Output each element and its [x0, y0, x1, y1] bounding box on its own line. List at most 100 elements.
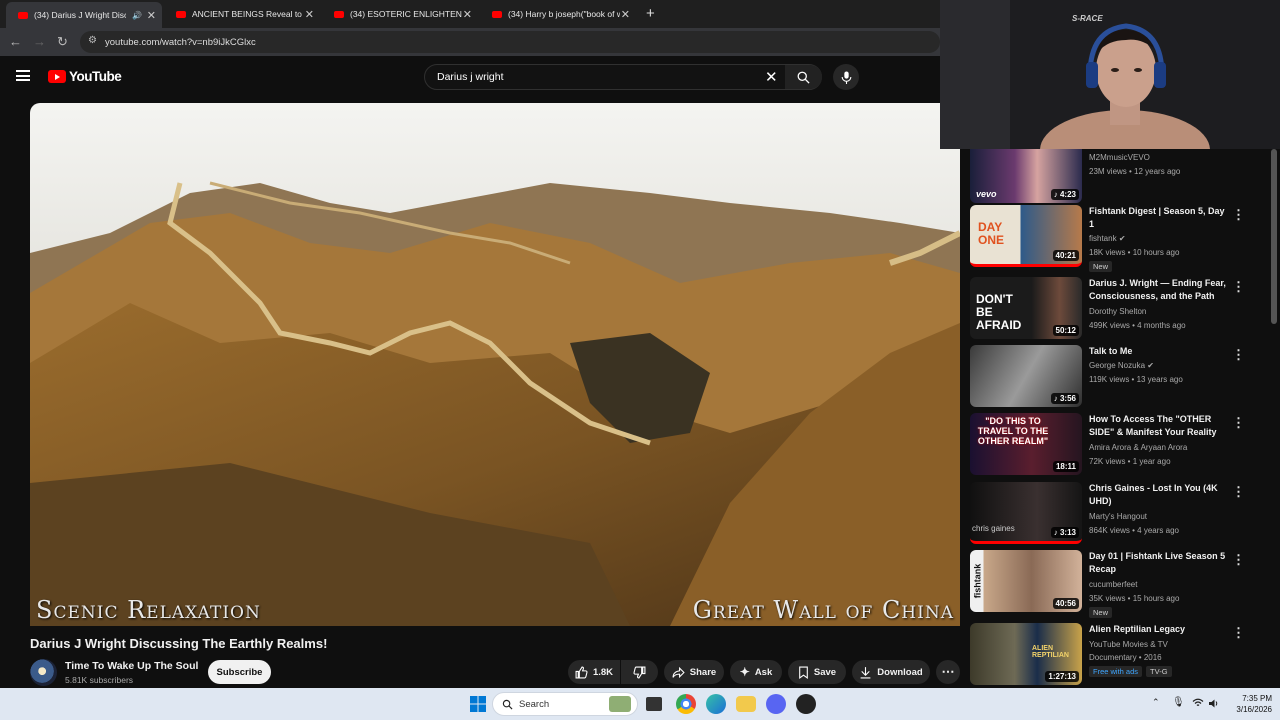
discord-icon[interactable]	[766, 694, 786, 714]
more-vertical-icon[interactable]: ⋮	[1232, 347, 1245, 363]
url-field[interactable]: ⚙ youtube.com/watch?v=nb9iJkCGlxc	[80, 31, 940, 53]
task-view-icon[interactable]	[646, 697, 662, 711]
video-thumbnail[interactable]: DAY ONE 40:21	[970, 205, 1082, 267]
save-button[interactable]: Save	[788, 660, 846, 684]
more-actions-button[interactable]: ⋯	[936, 660, 960, 684]
file-explorer-icon[interactable]	[736, 696, 756, 712]
more-vertical-icon[interactable]: ⋮	[1232, 279, 1245, 295]
list-item[interactable]: chris gaines ♪ 3:13 Chris Gaines - Lost …	[970, 482, 1270, 546]
video-duration: ♪ 4:23	[1050, 189, 1079, 200]
browser-tab-2[interactable]: ANCIENT BEINGS Reveal to Man ✕	[164, 4, 320, 24]
channel-name[interactable]: Time To Wake Up The Soul	[65, 660, 198, 672]
video-thumbnail[interactable]: ALIEN REPTILIAN 1:27:13	[970, 623, 1082, 685]
new-tab-icon[interactable]: +	[646, 5, 655, 22]
thumbnail-text: ALIEN REPTILIAN	[1032, 645, 1069, 659]
more-vertical-icon[interactable]: ⋮	[1232, 484, 1245, 500]
reload-icon[interactable]: ↻	[57, 34, 68, 50]
taskbar-search-input[interactable]: Search	[492, 692, 638, 716]
site-info-icon[interactable]: ⚙	[88, 35, 97, 46]
share-icon	[672, 666, 685, 678]
close-tab-icon[interactable]: ✕	[305, 8, 314, 21]
like-button[interactable]: 1.8K	[568, 660, 620, 684]
more-vertical-icon[interactable]: ⋮	[1232, 207, 1245, 223]
video-title[interactable]: Talk to Me	[1089, 345, 1227, 358]
share-button[interactable]: Share	[664, 660, 724, 684]
video-title[interactable]: Alien Reptilian Legacy	[1089, 623, 1227, 636]
video-title[interactable]: Chris Gaines - Lost In You (4K UHD)	[1089, 482, 1227, 508]
video-channel[interactable]: YouTube Movies & TV	[1089, 640, 1168, 649]
more-vertical-icon[interactable]: ⋮	[1232, 625, 1245, 641]
list-item[interactable]: ALIEN REPTILIAN 1:27:13 Alien Reptilian …	[970, 623, 1270, 687]
video-player[interactable]: Scenic Relaxation Great Wall of China	[30, 103, 960, 626]
close-tab-icon[interactable]: ✕	[463, 8, 472, 21]
clear-search-icon[interactable]: ✕	[765, 68, 778, 86]
subscribe-button[interactable]: Subscribe	[208, 660, 271, 684]
list-item[interactable]: vevo ♪ 4:23 M2MmusicVEVO 23M views • 12 …	[970, 149, 1270, 205]
youtube-logo[interactable]: YouTube	[48, 69, 122, 84]
badges-row: Free with ads TV-G	[1089, 666, 1172, 677]
list-item[interactable]: fishtank 40:56 Day 01 | Fishtank Live Se…	[970, 550, 1270, 618]
back-icon[interactable]: ←	[9, 34, 22, 49]
hamburger-menu-icon[interactable]	[16, 70, 30, 81]
url-text: youtube.com/watch?v=nb9iJkCGlxc	[105, 36, 256, 48]
list-item[interactable]: ♪ 3:56 Talk to Me George Nozuka ✔ 119K v…	[970, 345, 1270, 409]
video-thumbnail[interactable]: fishtank 40:56	[970, 550, 1082, 612]
microphone-icon[interactable]: 🎙	[1172, 697, 1185, 708]
search-box[interactable]: Darius j wright ✕	[424, 64, 822, 90]
browser-tab-3[interactable]: (34) ESOTERIC ENLIGHTENMENT ✕	[322, 4, 478, 24]
browser-tab-4[interactable]: (34) Harry b joseph("book of w ✕	[480, 4, 636, 24]
video-channel[interactable]: Amira Arora & Aryaan Arora	[1089, 443, 1187, 452]
ask-button[interactable]: ✦ Ask	[730, 660, 782, 684]
video-title: Darius J Wright Discussing The Earthly R…	[30, 636, 328, 651]
video-title[interactable]: Darius J. Wright — Ending Fear, Consciou…	[1089, 277, 1227, 303]
video-channel[interactable]: George Nozuka ✔	[1089, 361, 1154, 370]
close-tab-icon[interactable]: ✕	[147, 9, 156, 22]
voice-search-button[interactable]	[833, 64, 859, 90]
video-channel[interactable]: M2MmusicVEVO	[1089, 153, 1150, 162]
youtube-play-icon	[48, 70, 66, 83]
close-tab-icon[interactable]: ✕	[621, 8, 630, 21]
free-badge: Free with ads	[1089, 666, 1143, 677]
list-item[interactable]: "DO THIS TO TRAVEL TO THE OTHER REALM" 1…	[970, 413, 1270, 477]
share-label: Share	[689, 666, 717, 678]
channel-avatar[interactable]	[30, 659, 57, 686]
list-item[interactable]: DAY ONE 40:21 Fishtank Digest | Season 5…	[970, 205, 1270, 272]
video-title[interactable]: Day 01 | Fishtank Live Season 5 Recap	[1089, 550, 1227, 576]
dislike-button[interactable]	[621, 660, 658, 684]
like-count: 1.8K	[592, 666, 614, 678]
video-channel[interactable]: fishtank ✔	[1089, 234, 1126, 243]
windows-start-icon[interactable]	[470, 696, 486, 712]
list-item[interactable]: DON'T BE AFRAID 50:12 Darius J. Wright —…	[970, 277, 1270, 341]
video-title[interactable]: How To Access The "OTHER SIDE" & Manifes…	[1089, 413, 1227, 439]
edge-icon[interactable]	[706, 694, 726, 714]
video-thumbnail[interactable]: vevo ♪ 4:23	[970, 149, 1082, 203]
system-clock[interactable]: 7:35 PM 3/16/2026	[1226, 693, 1272, 715]
obs-icon[interactable]	[796, 694, 816, 714]
video-thumbnail[interactable]: DON'T BE AFRAID 50:12	[970, 277, 1082, 339]
video-title[interactable]: Fishtank Digest | Season 5, Day 1	[1089, 205, 1227, 231]
youtube-favicon-icon	[176, 10, 186, 18]
thumbs-down-icon	[633, 666, 646, 678]
download-button[interactable]: Download	[852, 660, 930, 684]
more-vertical-icon[interactable]: ⋮	[1232, 415, 1245, 431]
more-horizontal-icon: ⋯	[941, 664, 955, 679]
video-thumbnail[interactable]: ♪ 3:56	[970, 345, 1082, 407]
youtube-header: YouTube Darius j wright ✕	[0, 56, 940, 98]
video-thumbnail[interactable]: "DO THIS TO TRAVEL TO THE OTHER REALM" 1…	[970, 413, 1082, 475]
search-input[interactable]: Darius j wright	[437, 71, 504, 83]
more-vertical-icon[interactable]: ⋮	[1232, 552, 1245, 568]
download-icon	[860, 666, 871, 678]
sidebar-scrollbar[interactable]	[1271, 149, 1277, 324]
forward-icon[interactable]: →	[33, 34, 46, 49]
speaker-icon[interactable]: 🔊	[132, 11, 142, 20]
chevron-up-icon[interactable]: ⌃	[1152, 697, 1160, 708]
video-thumbnail[interactable]: chris gaines ♪ 3:13	[970, 482, 1082, 544]
video-channel[interactable]: Marty's Hangout	[1089, 512, 1147, 521]
video-channel[interactable]: cucumberfeet	[1089, 580, 1137, 589]
browser-tab-1[interactable]: (34) Darius J Wright Discussing 🔊 ✕	[6, 2, 162, 28]
wifi-icon[interactable]	[1192, 698, 1204, 708]
video-channel[interactable]: Dorothy Shelton	[1089, 307, 1146, 316]
volume-icon[interactable]	[1208, 698, 1220, 709]
search-button[interactable]	[785, 65, 822, 89]
chrome-icon[interactable]	[676, 694, 696, 714]
